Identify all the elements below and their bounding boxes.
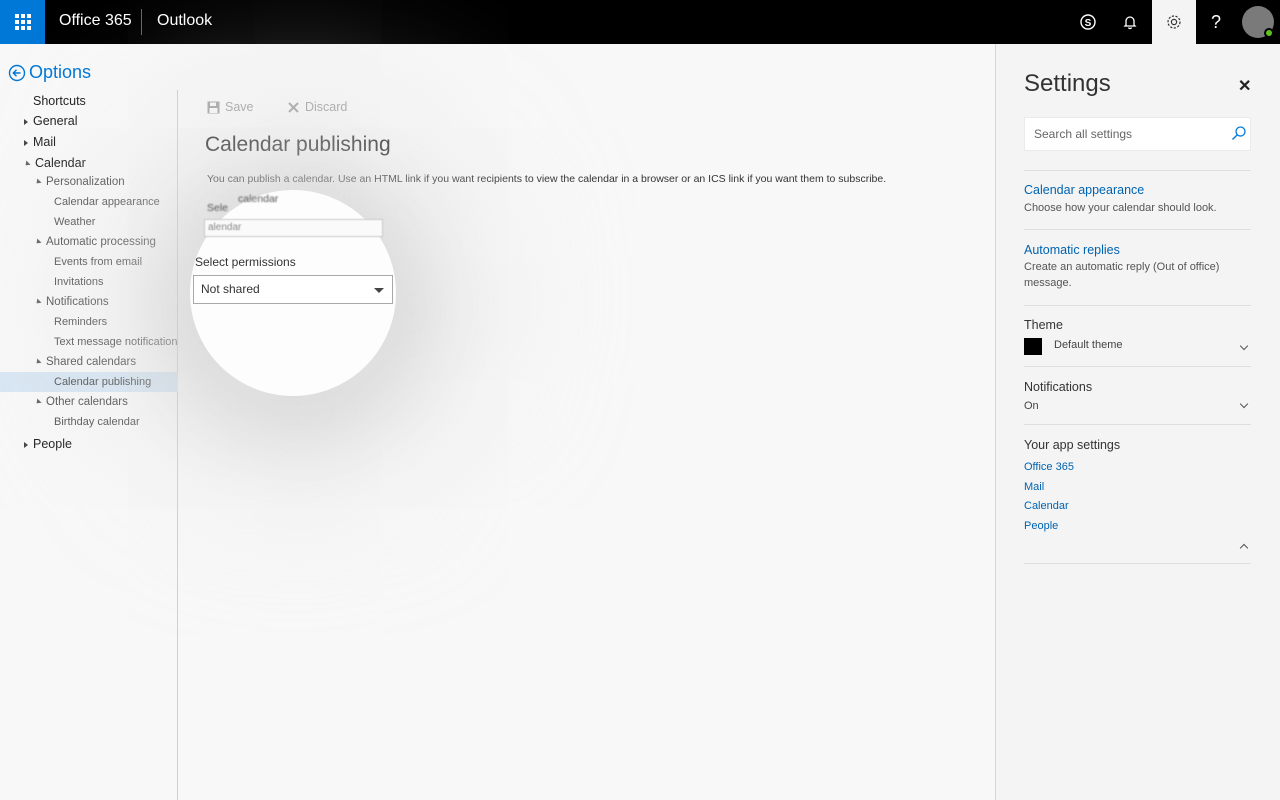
collapse-icon — [34, 398, 42, 406]
app-name[interactable]: Outlook — [157, 12, 212, 30]
close-icon[interactable]: ✕ — [1238, 76, 1251, 96]
nav-item-weather[interactable]: Weather — [54, 216, 95, 228]
select-calendar-label: Sele — [207, 202, 229, 214]
page-title: Calendar publishing — [205, 133, 391, 156]
select-calendar-overlay-text: calendar — [238, 193, 279, 205]
permissions-label: Select permissions — [195, 255, 296, 269]
nav-item-general[interactable]: General — [24, 114, 77, 128]
save-icon — [207, 101, 220, 113]
collapse-icon — [34, 358, 42, 366]
app-settings-people-link[interactable]: People — [1024, 520, 1058, 532]
theme-swatch — [1024, 338, 1042, 355]
save-button[interactable]: Save — [207, 100, 254, 114]
divider — [1024, 366, 1251, 367]
close-icon — [288, 101, 299, 113]
expand-icon — [24, 441, 28, 448]
brand-separator — [141, 9, 142, 35]
options-back-button[interactable]: Options — [8, 62, 91, 83]
divider — [1024, 305, 1251, 306]
svg-text:S: S — [1085, 18, 1092, 29]
settings-button[interactable] — [1152, 0, 1196, 44]
collapse-icon — [34, 298, 42, 306]
divider — [1024, 170, 1251, 171]
select-calendar-value: alendar — [208, 222, 242, 233]
skype-button[interactable]: S — [1066, 0, 1110, 44]
collapse-icon — [23, 160, 31, 168]
select-calendar-dropdown[interactable]: alendar — [204, 219, 383, 237]
help-button[interactable]: ? — [1194, 0, 1238, 44]
app-settings-office365-link[interactable]: Office 365 — [1024, 461, 1074, 473]
nav-item-notifications[interactable]: Notifications — [34, 296, 109, 308]
save-label: Save — [225, 100, 254, 114]
nav-item-calendar-appearance[interactable]: Calendar appearance — [54, 196, 160, 208]
settings-panel — [995, 44, 1280, 800]
bell-icon — [1123, 16, 1137, 30]
nav-item-automatic-processing[interactable]: Automatic processing — [34, 236, 156, 248]
collapse-icon — [34, 178, 42, 186]
divider — [1024, 424, 1251, 425]
nav-item-people[interactable]: People — [24, 437, 72, 451]
notifications-button[interactable] — [1108, 0, 1152, 44]
presence-status-icon — [1264, 28, 1274, 38]
nav-item-shortcuts[interactable]: Shortcuts — [33, 94, 86, 108]
nav-item-calendar[interactable]: Calendar — [23, 156, 86, 170]
discard-label: Discard — [305, 100, 348, 114]
nav-item-shared-calendars[interactable]: Shared calendars — [34, 356, 136, 368]
theme-heading: Theme — [1024, 318, 1063, 332]
settings-search-input[interactable]: Search all settings — [1024, 117, 1251, 151]
nav-item-text-message-notifications[interactable]: Text message notifications — [54, 336, 183, 348]
discard-button[interactable]: Discard — [288, 100, 347, 114]
search-icon — [1232, 126, 1246, 140]
nav-item-calendar-publishing[interactable]: Calendar publishing — [54, 376, 151, 388]
calendar-appearance-link[interactable]: Calendar appearance — [1024, 183, 1144, 197]
app-settings-calendar-link[interactable]: Calendar — [1024, 500, 1069, 512]
app-launcher-button[interactable] — [0, 0, 45, 44]
main-content — [178, 44, 995, 800]
skype-icon: S — [1080, 14, 1096, 30]
page-description: You can publish a calendar. Use an HTML … — [207, 173, 887, 185]
notifications-value[interactable]: On — [1024, 400, 1039, 412]
top-bar: Office 365 Outlook S ? — [0, 0, 1280, 44]
app-settings-mail-link[interactable]: Mail — [1024, 481, 1044, 493]
automatic-replies-desc: Create an automatic reply (Out of office… — [1024, 261, 1220, 289]
permissions-dropdown[interactable]: Not shared — [193, 275, 393, 304]
divider — [1024, 229, 1251, 230]
search-placeholder: Search all settings — [1034, 127, 1133, 141]
options-title: Options — [29, 62, 92, 82]
calendar-appearance-desc: Choose how your calendar should look. — [1024, 202, 1217, 214]
nav-item-events-from-email[interactable]: Events from email — [54, 256, 142, 268]
nav-item-mail[interactable]: Mail — [24, 135, 56, 149]
notifications-heading: Notifications — [1024, 380, 1093, 394]
divider — [1024, 563, 1251, 564]
gear-icon — [1167, 15, 1181, 29]
nav-item-birthday-calendar[interactable]: Birthday calendar — [54, 416, 140, 428]
permissions-value: Not shared — [201, 282, 260, 296]
collapse-icon — [34, 238, 42, 246]
expand-icon — [24, 139, 28, 146]
nav-item-other-calendars[interactable]: Other calendars — [34, 396, 128, 408]
settings-title: Settings — [1024, 70, 1111, 97]
theme-value[interactable]: Default theme — [1054, 339, 1122, 351]
app-settings-heading: Your app settings — [1024, 438, 1121, 452]
nav-item-invitations[interactable]: Invitations — [54, 276, 104, 288]
automatic-replies-link[interactable]: Automatic replies — [1024, 243, 1120, 257]
nav-item-reminders[interactable]: Reminders — [54, 316, 107, 328]
nav-item-personalization[interactable]: Personalization — [34, 176, 125, 188]
brand-name[interactable]: Office 365 — [59, 12, 132, 30]
back-arrow-icon — [8, 64, 26, 81]
expand-icon — [24, 118, 28, 125]
help-icon: ? — [1210, 11, 1221, 32]
chevron-down-icon — [374, 288, 384, 293]
